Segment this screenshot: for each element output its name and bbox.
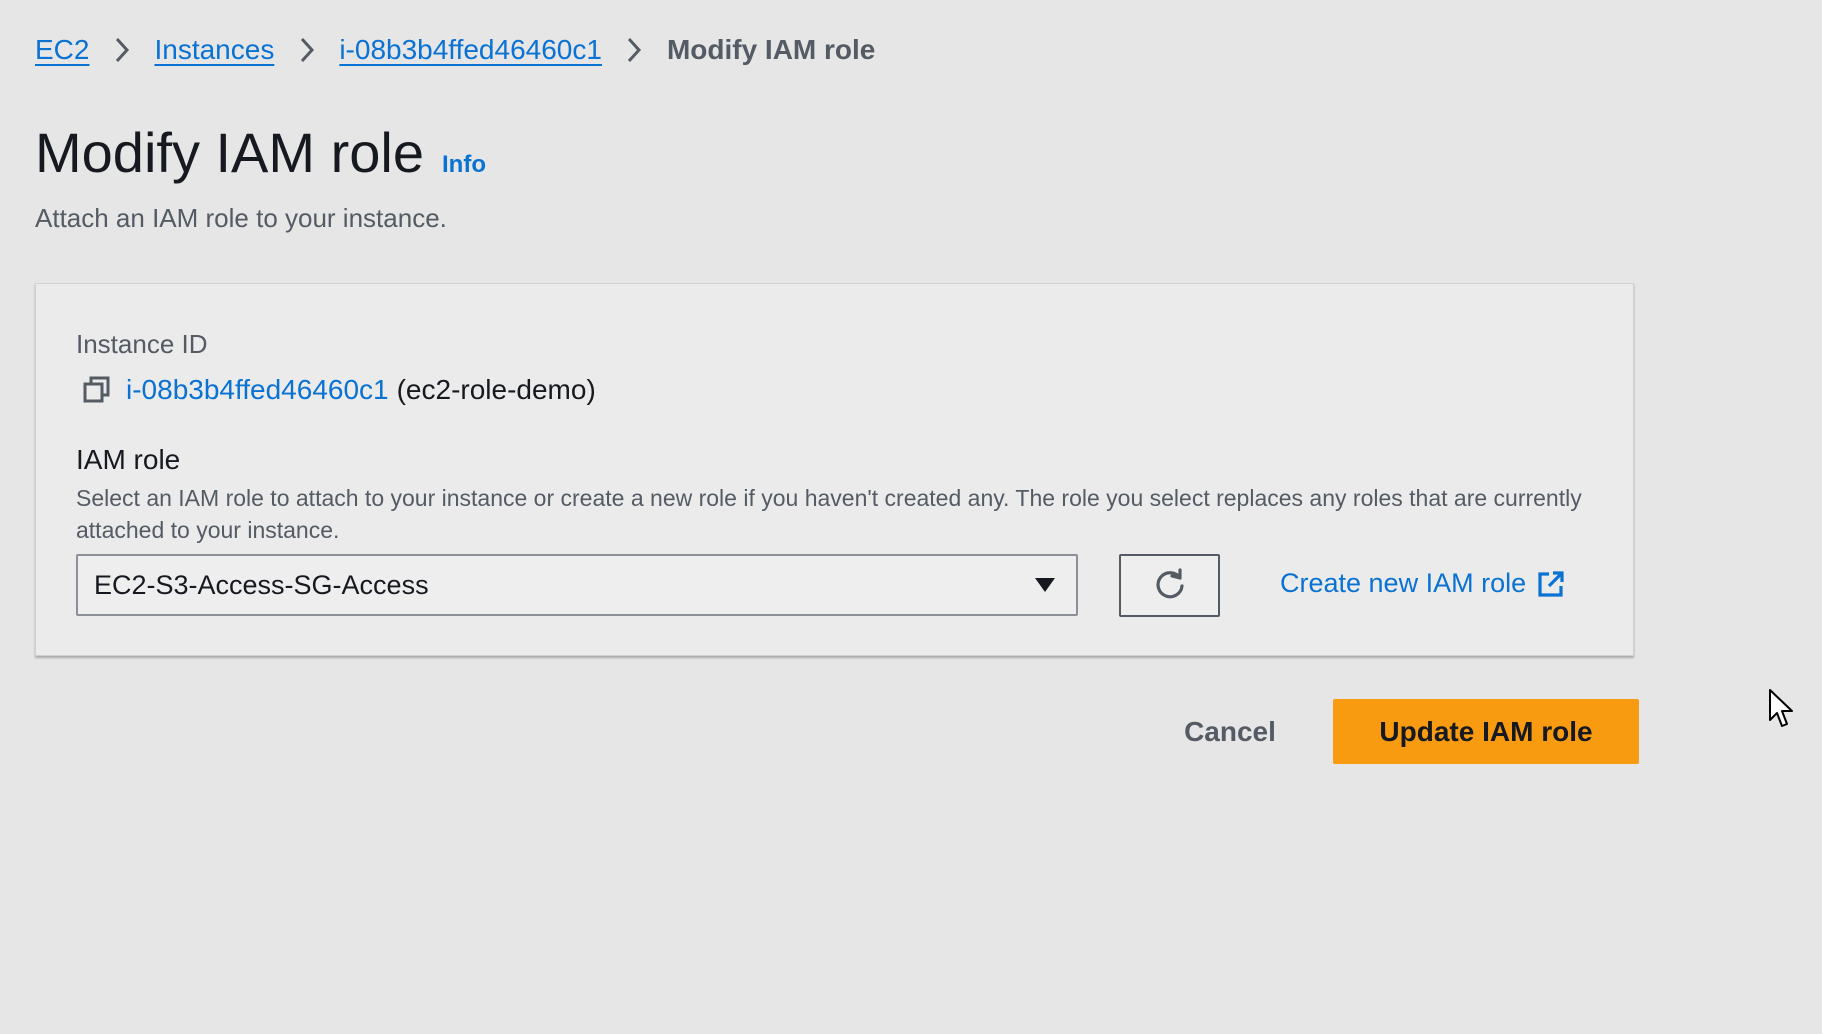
mouse-pointer-icon xyxy=(1769,689,1793,727)
create-new-iam-role-link[interactable]: Create new IAM role xyxy=(1280,568,1566,599)
page-title: Modify IAM role xyxy=(35,121,424,184)
instance-id-label: Instance ID xyxy=(76,329,208,359)
caret-down-icon xyxy=(1034,577,1056,593)
instance-id-row: i-08b3b4ffed46460c1 (ec2-role-demo) xyxy=(82,374,596,406)
chevron-right-icon xyxy=(602,35,667,65)
refresh-icon xyxy=(1155,567,1184,598)
cancel-button[interactable]: Cancel xyxy=(1160,700,1300,764)
breadcrumb-instances-link[interactable]: Instances xyxy=(154,34,274,66)
copy-icon[interactable] xyxy=(82,375,112,405)
breadcrumb-ec2-link[interactable]: EC2 xyxy=(35,34,89,66)
title-row: Modify IAM role Info xyxy=(35,120,486,185)
update-iam-role-button[interactable]: Update IAM role xyxy=(1333,699,1639,764)
breadcrumb: EC2 Instances i-08b3b4ffed46460c1 Modify… xyxy=(35,34,875,66)
chevron-right-icon xyxy=(274,35,339,65)
refresh-button[interactable] xyxy=(1119,554,1220,617)
breadcrumb-current: Modify IAM role xyxy=(666,34,876,65)
create-new-iam-role-label: Create new IAM role xyxy=(1280,568,1527,598)
iam-role-select[interactable]: EC2-S3-Access-SG-Access xyxy=(76,554,1078,616)
iam-role-description: Select an IAM role to attach to your ins… xyxy=(76,485,1582,543)
settings-panel: Instance ID i-08b3b4ffed46460c1 (ec2-rol… xyxy=(35,283,1634,656)
iam-role-label: IAM role xyxy=(76,444,181,475)
breadcrumb-instance-id-link[interactable]: i-08b3b4ffed46460c1 xyxy=(339,34,602,66)
info-link[interactable]: Info xyxy=(442,151,486,179)
iam-role-selected-value: EC2-S3-Access-SG-Access xyxy=(94,569,429,600)
modify-iam-role-page: EC2 Instances i-08b3b4ffed46460c1 Modify… xyxy=(0,0,1822,1034)
instance-name: (ec2-role-demo) xyxy=(396,374,596,405)
chevron-right-icon xyxy=(89,35,154,65)
instance-id-link[interactable]: i-08b3b4ffed46460c1 xyxy=(126,374,389,406)
page-description: Attach an IAM role to your instance. xyxy=(35,203,447,233)
external-link-icon xyxy=(1536,569,1566,599)
